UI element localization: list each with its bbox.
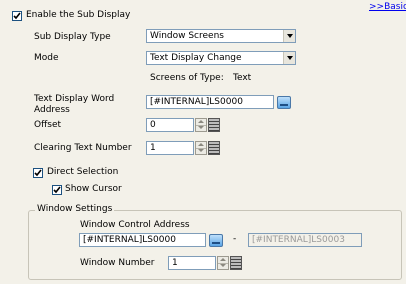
- chevron-down-icon[interactable]: [283, 30, 295, 42]
- keypad-icon[interactable]: [208, 118, 220, 132]
- enable-sub-display-label: Enable the Sub Display: [26, 10, 131, 20]
- checkmark-icon: [53, 186, 61, 194]
- spin-down-icon[interactable]: [196, 148, 206, 154]
- clearing-text-number-value: 1: [150, 143, 156, 153]
- keypad-icon[interactable]: [208, 141, 220, 155]
- clearing-text-number-input[interactable]: 1: [146, 141, 194, 155]
- checkmark-icon: [34, 169, 42, 177]
- window-number-label: Window Number: [80, 258, 155, 268]
- window-control-address-label: Window Control Address: [80, 220, 190, 230]
- mode-value: Text Display Change: [150, 53, 242, 63]
- address-input-icon[interactable]: [209, 234, 223, 247]
- keypad-icon[interactable]: [230, 256, 242, 270]
- spin-down-icon[interactable]: [196, 125, 206, 131]
- window-number-input[interactable]: 1: [168, 256, 216, 270]
- enable-sub-display-checkbox[interactable]: [12, 11, 22, 21]
- sub-display-type-label: Sub Display Type: [34, 32, 111, 42]
- spin-down-icon[interactable]: [218, 263, 228, 269]
- address-input-icon[interactable]: [277, 96, 291, 109]
- offset-value: 0: [150, 120, 156, 130]
- offset-label: Offset: [34, 120, 62, 130]
- address-range-separator: -: [233, 234, 237, 244]
- offset-input[interactable]: 0: [146, 118, 194, 132]
- text-display-word-address-label-line2: Address: [34, 105, 70, 115]
- mode-label: Mode: [34, 53, 59, 63]
- direct-selection-checkbox[interactable]: [33, 168, 43, 178]
- offset-spinner[interactable]: [195, 118, 207, 132]
- text-display-word-address-input[interactable]: [#INTERNAL]LS0000: [146, 95, 274, 109]
- text-display-word-address-label: Text Display Word: [34, 94, 115, 104]
- show-cursor-label: Show Cursor: [65, 184, 122, 194]
- clearing-text-number-spinner[interactable]: [195, 141, 207, 155]
- clearing-text-number-label: Clearing Text Number: [34, 143, 132, 153]
- text-display-word-address-value: [#INTERNAL]LS0000: [150, 97, 243, 107]
- direct-selection-label: Direct Selection: [47, 167, 119, 177]
- window-settings-title: Window Settings: [35, 204, 115, 215]
- show-cursor-checkbox[interactable]: [52, 185, 62, 195]
- window-control-address-end-value: [#INTERNAL]LS0003: [252, 235, 345, 245]
- window-control-address-value: [#INTERNAL]LS0000: [83, 235, 176, 245]
- basic-link[interactable]: >>Basic: [369, 2, 406, 13]
- window-number-spinner[interactable]: [217, 256, 229, 270]
- sub-display-settings-panel: { "nav": { "basic_link": ">>Basic" }, "e…: [0, 0, 406, 284]
- screens-of-type-label: Screens of Type:: [150, 73, 224, 83]
- window-control-address-input[interactable]: [#INTERNAL]LS0000: [79, 233, 206, 247]
- window-control-address-end-field: [#INTERNAL]LS0003: [248, 233, 362, 247]
- mode-select[interactable]: Text Display Change: [146, 51, 296, 65]
- sub-display-type-value: Window Screens: [150, 31, 224, 41]
- window-number-value: 1: [172, 258, 178, 268]
- sub-display-type-select[interactable]: Window Screens: [146, 29, 296, 43]
- chevron-down-icon[interactable]: [283, 52, 295, 64]
- checkmark-icon: [13, 12, 21, 20]
- screens-of-type-value: Text: [233, 73, 252, 83]
